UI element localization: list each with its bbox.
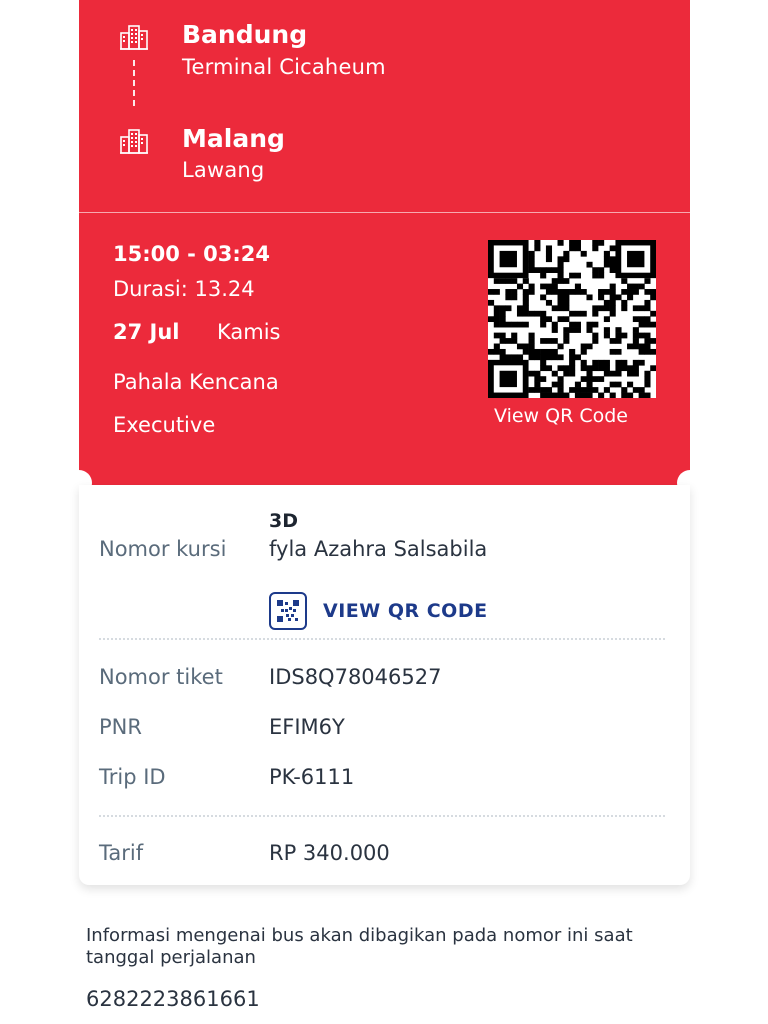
origin-terminal: Terminal Cicaheum [182,55,386,79]
ticket-number-label: Nomor tiket [99,665,223,689]
qr-code-icon [269,592,307,630]
trip-day: Kamis [217,320,281,344]
bus-class: Executive [113,413,216,437]
ticket-number: IDS8Q78046527 [269,665,442,689]
building-icon [120,129,148,154]
trip-duration: Durasi: 13.24 [113,277,255,301]
passenger-name: fyla Azahra Salsabila [269,537,488,561]
divider [99,638,665,640]
qr-code[interactable] [488,240,657,399]
ticket-header: Bandung Terminal Cicaheum Malang Lawang … [79,0,690,485]
ticket-details-card: 3D Nomor kursi fyla Azahra Salsabila VIE… [79,485,690,885]
fare-value: RP 340.000 [269,841,390,865]
pnr-value: EFIM6Y [269,715,345,739]
divider [99,815,665,817]
trip-date: 27 Jul [113,320,180,344]
view-qr-code-button[interactable]: VIEW QR CODE [269,592,488,630]
trip-time: 15:00 - 03:24 [113,242,271,266]
bus-operator: Pahala Kencana [113,370,279,394]
trip-id-value: PK-6111 [269,765,355,789]
view-qr-code-label: VIEW QR CODE [323,600,488,622]
fare-label: Tarif [99,841,144,865]
qr-code-icon [488,240,657,399]
building-icon [120,25,148,50]
bus-info-note: Informasi mengenai bus akan dibagikan pa… [86,925,633,968]
pnr-label: PNR [99,715,142,739]
phone-number: 6282223861661 [86,987,260,1011]
route-connector [133,60,135,106]
seat-label: Nomor kursi [99,537,227,561]
seat-number: 3D [269,510,298,532]
trip-id-label: Trip ID [99,765,166,789]
destination-terminal: Lawang [182,158,265,182]
origin-city: Bandung [182,20,308,49]
view-qr-code-link[interactable]: View QR Code [494,405,628,427]
header-divider [79,212,690,213]
destination-city: Malang [182,124,285,153]
